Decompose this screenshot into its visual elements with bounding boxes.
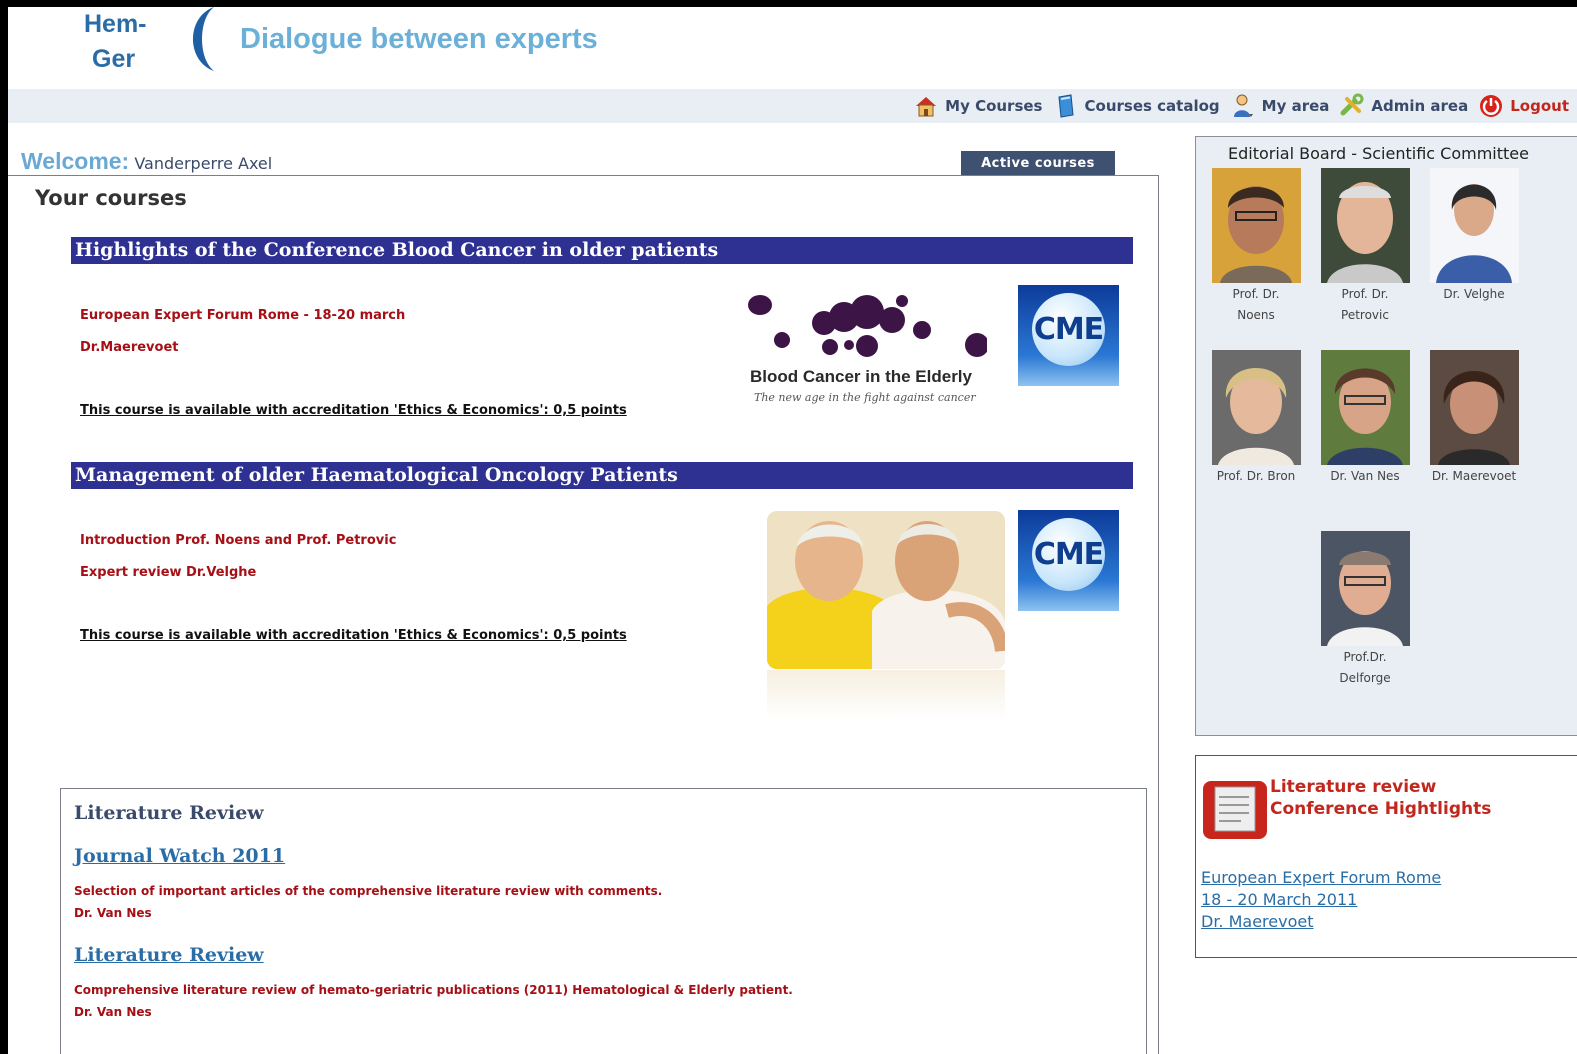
literature-author: Dr. Van Nes — [74, 1005, 152, 1019]
book-icon — [1057, 94, 1074, 118]
book-icon — [1203, 781, 1267, 839]
course-info-line: Dr.Maerevoet — [80, 340, 179, 355]
nav-my-area[interactable]: My area — [1230, 93, 1330, 119]
welcome-label: Welcome: — [21, 148, 130, 174]
litrev-link[interactable]: 18 - 20 March 2011 — [1201, 889, 1441, 911]
literature-description: Comprehensive literature review of hemat… — [74, 983, 793, 997]
member-name: Delforge — [1339, 671, 1391, 685]
member-name: Prof. Dr. Bron — [1216, 469, 1296, 483]
elderly-men-photo[interactable] — [767, 511, 1005, 669]
cme-badge-label: CME — [1032, 293, 1105, 366]
logo-line-2: Ger — [92, 45, 136, 73]
user-icon — [1233, 94, 1253, 117]
nav-label: Logout — [1510, 97, 1569, 115]
avatar — [1211, 168, 1301, 283]
cme-badge-label: CME — [1032, 518, 1105, 591]
literature-author: Dr. Van Nes — [74, 906, 152, 920]
cme-badge[interactable]: CME — [1018, 285, 1119, 386]
nav-label: Courses catalog — [1084, 97, 1220, 115]
avatar — [1429, 168, 1519, 283]
elderly-men-image — [767, 511, 1005, 669]
course-title-bar[interactable]: Management of older Haematological Oncol… — [71, 462, 1133, 489]
literature-review-link[interactable]: Literature Review — [74, 944, 264, 966]
logo-arc-icon — [193, 7, 214, 71]
board-member[interactable]: Dr. Van Nes — [1310, 350, 1420, 487]
top-nav-bar: My Courses Courses catalog My area Admin… — [8, 89, 1577, 123]
image-title: Blood Cancer in the Elderly — [750, 367, 972, 386]
board-member[interactable]: Dr. Velghe — [1419, 168, 1529, 305]
home-icon — [916, 97, 937, 117]
member-name: Dr. Maerevoet — [1431, 469, 1517, 483]
accreditation-link[interactable]: This course is available with accreditat… — [80, 403, 627, 418]
editorial-board-title: Editorial Board - Scientific Committee — [1228, 144, 1529, 163]
litrev-link[interactable]: European Expert Forum Rome — [1201, 867, 1441, 889]
photo-reflection — [767, 670, 1005, 720]
tab-active-courses[interactable]: Active courses — [961, 151, 1115, 176]
your-courses-heading: Your courses — [35, 186, 187, 210]
nav-label: My Courses — [945, 97, 1043, 115]
member-name: Noens — [1237, 308, 1275, 322]
nav-courses-catalog[interactable]: Courses catalog — [1053, 93, 1220, 119]
course-title-bar[interactable]: Highlights of the Conference Blood Cance… — [71, 237, 1133, 264]
board-member[interactable]: Dr. Maerevoet — [1419, 350, 1529, 487]
power-icon — [1480, 95, 1503, 117]
page: Hem- Ger Dialogue between experts My Cou… — [8, 7, 1577, 1054]
board-member[interactable]: Prof. Dr. Petrovic — [1310, 168, 1420, 326]
site-tagline: Dialogue between experts — [240, 23, 598, 55]
welcome-user: Vanderperre Axel — [134, 154, 273, 173]
cme-badge[interactable]: CME — [1018, 510, 1119, 611]
literature-heading: Literature Review — [74, 802, 264, 824]
member-name: Prof. Dr. — [1341, 287, 1389, 301]
board-member[interactable]: Prof.Dr. Delforge — [1310, 531, 1420, 689]
course-info-line: European Expert Forum Rome - 18-20 march — [80, 308, 406, 323]
board-member[interactable]: Prof. Dr. Noens — [1201, 168, 1311, 326]
nav-admin-area[interactable]: Admin area — [1339, 93, 1468, 119]
avatar — [1320, 350, 1410, 465]
board-member[interactable]: Prof. Dr. Bron — [1201, 350, 1311, 487]
member-name: Prof.Dr. — [1343, 650, 1387, 664]
top-nav: My Courses Courses catalog My area Admin… — [913, 91, 1569, 121]
blood-cancer-elderly-logo[interactable]: Blood Cancer in the Elderly The new age … — [742, 290, 989, 410]
course-info-line: Introduction Prof. Noens and Prof. Petro… — [80, 533, 397, 548]
avatar — [1211, 350, 1301, 465]
logo-line-1: Hem- — [84, 10, 147, 38]
literature-review-links: European Expert Forum Rome 18 - 20 March… — [1201, 867, 1441, 933]
litrev-title-line: Literature review — [1270, 777, 1437, 797]
literature-description: Selection of important articles of the c… — [74, 884, 663, 898]
member-name: Dr. Van Nes — [1330, 469, 1400, 483]
member-name: Petrovic — [1341, 308, 1389, 322]
nav-logout[interactable]: Logout — [1478, 93, 1569, 119]
course-info-line: Expert review Dr.Velghe — [80, 565, 257, 580]
litrev-title-line: Conference Hightlights — [1270, 799, 1492, 819]
avatar — [1320, 531, 1410, 646]
image-subtitle: The new age in the fight against cancer — [754, 391, 976, 404]
literature-review-title[interactable]: Literature review Conference Hightlights — [1270, 776, 1491, 820]
litrev-link[interactable]: Dr. Maerevoet — [1201, 911, 1441, 933]
journal-watch-link[interactable]: Journal Watch 2011 — [74, 845, 285, 867]
site-logo[interactable]: Hem- Ger — [84, 7, 147, 77]
member-name: Prof. Dr. — [1232, 287, 1280, 301]
avatar — [1320, 168, 1410, 283]
nav-label: Admin area — [1371, 97, 1469, 115]
avatar — [1429, 350, 1519, 465]
literature-panel — [60, 788, 1147, 1054]
accreditation-link[interactable]: This course is available with accreditat… — [80, 628, 627, 643]
dots-graphic-icon — [748, 295, 989, 357]
member-name: Dr. Velghe — [1443, 287, 1505, 301]
nav-label: My area — [1261, 97, 1330, 115]
tools-icon — [1340, 93, 1364, 116]
nav-my-courses[interactable]: My Courses — [913, 93, 1043, 119]
welcome-line: Welcome: Vanderperre Axel — [21, 148, 272, 175]
